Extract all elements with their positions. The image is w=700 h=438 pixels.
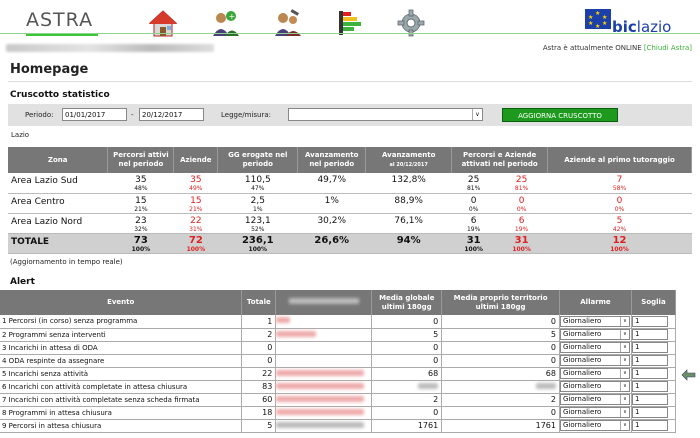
chevron-down-icon: ∨ <box>619 343 629 352</box>
date-separator: - <box>131 111 134 119</box>
chevron-down-icon: ∨ <box>619 395 629 404</box>
date-to-input[interactable] <box>139 108 204 121</box>
astra-logo[interactable]: ASTRA <box>26 9 98 36</box>
svg-text:+: + <box>229 12 236 21</box>
date-from-input[interactable] <box>62 108 127 121</box>
col-percorsi: Percorsi attivi nel periodo <box>107 147 175 173</box>
table-row: Area Lazio Sud 35 48% 35 49% 110,5 47% 49,7… <box>8 173 692 194</box>
chevron-down-icon: ∨ <box>619 382 629 391</box>
eu-flag-icon: ★ ★ ★ ★ ★ ★ <box>585 9 611 30</box>
alert-title: Alert <box>10 277 35 287</box>
allarme-select[interactable]: Giornaliero ∨ <box>559 342 630 353</box>
realtime-note: (Aggiornamento in tempo reale) <box>10 258 123 266</box>
legge-select[interactable]: ∨ <box>288 108 483 121</box>
col-evento: Evento <box>0 290 243 315</box>
col-media-territorio: Media proprio territorio ultimi 180gg <box>441 290 560 315</box>
total-row: TOTALE 73 100% 72 100% 236,1 100% 26,6% 94%… <box>8 233 692 254</box>
soglia-input[interactable]: 1 <box>631 394 668 405</box>
col-primo-tutoraggio: Aziende al primo tutoraggio <box>547 147 692 173</box>
col-totale: Totale <box>241 290 277 315</box>
col-gg: GG erogate nel periodo <box>217 147 299 173</box>
header-divider <box>0 33 700 34</box>
legge-label: Legge/misura: <box>221 111 272 119</box>
allarme-select[interactable]: Giornaliero ∨ <box>559 368 630 379</box>
chevron-down-icon: ∨ <box>472 109 482 120</box>
chevron-down-icon: ∨ <box>619 369 629 378</box>
close-astra-link[interactable]: [Chiudi Astra] <box>644 44 692 52</box>
chevron-down-icon: ∨ <box>619 330 629 339</box>
table-row: 4 ODA respinte da assegnare 0 0 0 Giorna… <box>0 354 677 368</box>
table-row: 3 Incarichi in attesa di ODA 0 0 0 Giorn… <box>0 341 677 355</box>
alert-table: Evento Totale Media globale ultimi 180gg… <box>0 290 677 433</box>
table-row: 8 Programmi in attesa chiusura 18 0 0 Gi… <box>0 406 677 420</box>
page-title: Homepage <box>10 62 89 77</box>
col-allarme: Allarme <box>559 290 632 315</box>
table-row: 1 Percorsi (in corso) senza programma 1 … <box>0 315 677 329</box>
table-row: 6 Incarichi con attività completate in a… <box>0 380 677 394</box>
stat-header-row: Zona Percorsi attivi nel periodo Aziende… <box>8 147 692 173</box>
periodo-label: Periodo: <box>25 111 54 119</box>
table-row: 5 Incarichi senza attività 22 68 68 Gior… <box>0 367 677 381</box>
soglia-input[interactable]: 1 <box>631 355 668 366</box>
col-aziende: Aziende <box>173 147 219 173</box>
allarme-select[interactable]: Giornaliero ∨ <box>559 329 630 340</box>
soglia-input[interactable]: 1 <box>631 420 668 431</box>
chevron-down-icon: ∨ <box>619 316 629 326</box>
allarme-select[interactable]: Giornaliero ∨ <box>559 315 630 327</box>
col-media-globale: Media globale ultimi 180gg <box>371 290 443 315</box>
allarme-select[interactable]: Giornaliero ∨ <box>559 407 630 418</box>
allarme-select[interactable]: Giornaliero ∨ <box>559 394 630 405</box>
col-redacted <box>275 290 373 315</box>
table-row: Area Centro 15 21% 15 21% 2,5 1% 1% 88,9% 0… <box>8 193 692 214</box>
region-label: Lazio <box>11 131 30 139</box>
col-soglia: Soglia <box>631 290 677 315</box>
soglia-input[interactable]: 1 <box>631 315 668 327</box>
app-header: ASTRA + ★ ★ ★ ★ ★ ★ biclazio Astra è att… <box>0 0 700 57</box>
user-info-redacted <box>6 44 214 52</box>
chevron-down-icon: ∨ <box>619 356 629 365</box>
title-divider <box>8 81 692 82</box>
cruscotto-title: Cruscotto statistico <box>10 90 110 100</box>
soglia-input[interactable]: 1 <box>631 407 668 418</box>
col-zona: Zona <box>8 147 109 173</box>
table-row: 9 Percorsi in attesa chiusura 5 1761 176… <box>0 419 677 433</box>
stat-table: Zona Percorsi attivi nel periodo Aziende… <box>8 147 692 254</box>
filter-bar: Periodo: - Legge/misura: ∨ AGGIORNA CRUS… <box>8 104 692 126</box>
soglia-input[interactable]: 1 <box>631 342 668 353</box>
chevron-down-icon: ∨ <box>619 408 629 417</box>
online-status: Astra è attualmente ONLINE [Chiudi Astra… <box>542 44 692 52</box>
table-row: 7 Incarichi con attività completate senz… <box>0 393 677 407</box>
soglia-input[interactable]: 1 <box>631 381 668 392</box>
chevron-down-icon: ∨ <box>619 421 629 430</box>
col-avanzamento-totale: Avanzamento al 20/12/2017 <box>365 147 453 173</box>
aggiorna-cruscotto-button[interactable]: AGGIORNA CRUSCOTTO <box>502 108 618 122</box>
soglia-input[interactable]: 1 <box>631 368 668 379</box>
soglia-input[interactable]: 1 <box>631 329 668 340</box>
allarme-select[interactable]: Giornaliero ∨ <box>559 420 630 431</box>
col-avanzamento-periodo: Avanzamento nel periodo <box>297 147 367 173</box>
col-percorsi-aziende-attivati: Percorsi e Aziende attivati nel periodo <box>451 147 549 173</box>
allarme-select[interactable]: Giornaliero ∨ <box>559 381 630 392</box>
allarme-select[interactable]: Giornaliero ∨ <box>559 355 630 366</box>
table-row: 2 Programmi senza interventi 2 5 5 Giorn… <box>0 328 677 342</box>
refresh-save-icon[interactable] <box>680 368 698 382</box>
table-row: Area Lazio Nord 23 32% 22 31% 123,1 52% 30,… <box>8 213 692 234</box>
alert-header-row: Evento Totale Media globale ultimi 180gg… <box>0 290 677 315</box>
